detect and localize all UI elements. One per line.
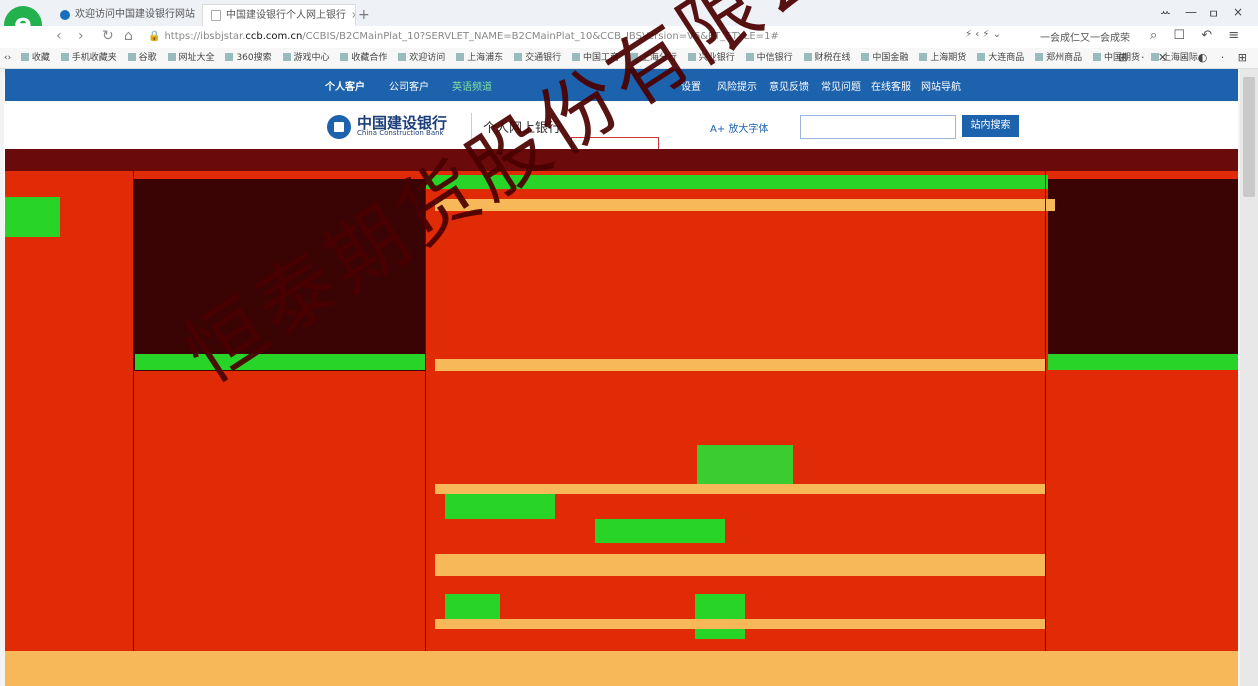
nav-personal[interactable]: 个人客户 xyxy=(325,78,365,93)
tab-label: 欢迎访问中国建设银行网站 xyxy=(75,9,195,20)
favorite-item[interactable]: 上海分行 xyxy=(630,48,677,68)
url-host: ccb.com.cn xyxy=(245,31,303,42)
maximize-button[interactable]: ㅁ xyxy=(1208,5,1219,22)
nav-english[interactable]: 英语频道 xyxy=(452,78,492,93)
glitch-green-band xyxy=(1048,354,1238,370)
glitch-green-block xyxy=(445,494,555,519)
site-favicon-icon xyxy=(60,10,70,20)
nav-corporate[interactable]: 公司客户 xyxy=(389,78,429,93)
favorite-item[interactable]: 谷歌 xyxy=(128,48,157,68)
favorite-item[interactable]: 中国工商 xyxy=(572,48,619,68)
tab-label: 中国建设银行个人网上银行 xyxy=(226,9,346,21)
glitch-bottom-band xyxy=(5,651,1238,686)
favorites-tools[interactable]: ⊞ · ✕ · ◐ · ⊞ xyxy=(1118,48,1252,68)
favorite-item[interactable]: 交通银行 xyxy=(514,48,561,68)
home-button[interactable]: ⌂ xyxy=(124,28,133,44)
lock-icon: 🔒 xyxy=(148,31,161,42)
page-subtitle: 个人网上银行 xyxy=(483,121,562,136)
scrollbar-thumb[interactable] xyxy=(1243,77,1255,197)
site-search-button[interactable]: 站内搜索 xyxy=(962,115,1019,137)
glitch-peach-band xyxy=(435,359,1045,371)
tab-ccb-personal-banking[interactable]: 中国建设银行个人网上银行 × xyxy=(202,4,356,26)
favorite-item[interactable]: 网址大全 xyxy=(168,48,215,68)
favorite-item[interactable]: 上海期货 xyxy=(919,48,966,68)
glitch-green-block xyxy=(5,197,60,237)
nav-online-service[interactable]: 在线客服 xyxy=(871,78,911,93)
favorite-item[interactable]: 收藏 xyxy=(21,48,50,68)
glitch-peach-band xyxy=(435,619,1045,629)
favorite-item[interactable]: 大连商品 xyxy=(977,48,1024,68)
vertical-scrollbar[interactable] xyxy=(1240,69,1258,686)
new-tab-button[interactable]: + xyxy=(358,7,370,23)
nav-faq[interactable]: 常见问题 xyxy=(821,78,861,93)
browser-search-box[interactable]: 一会成仁又一会成荣 xyxy=(1040,29,1130,44)
address-bar[interactable]: 🔒 https://ibsbjstar.ccb.com.cn/CCBIS/B2CM… xyxy=(148,28,948,46)
nav-sitemap[interactable]: 网站导航 xyxy=(921,78,961,93)
font-size-button[interactable]: A+ 放大字体 xyxy=(710,120,768,135)
favorite-item[interactable]: 中信银行 xyxy=(746,48,793,68)
favorite-item[interactable]: 兴业银行 xyxy=(688,48,735,68)
tab-ccb-home[interactable]: 欢迎访问中国建设银行网站 xyxy=(52,4,200,26)
minimize-button[interactable]: — xyxy=(1185,5,1197,19)
url-prefix: https://ibsbjstar. xyxy=(164,31,246,42)
glitch-green-band xyxy=(425,175,1048,189)
site-search-input[interactable] xyxy=(800,115,956,139)
glitch-peach-band xyxy=(435,554,1045,576)
glitch-green-band xyxy=(135,354,425,370)
glitch-peach-band xyxy=(435,484,1045,494)
favorites-bar: ‹› 收藏 手机收藏夹 谷歌 网址大全 360搜索 游戏中心 收藏合作 欢迎访问… xyxy=(0,48,1258,69)
bank-name-en: China Construction Bank xyxy=(357,129,444,137)
skin-icon[interactable]: ꕀ xyxy=(1160,5,1171,20)
favorite-item[interactable]: 财税在线 xyxy=(804,48,851,68)
favorite-item[interactable]: 中国金融 xyxy=(861,48,908,68)
favorite-item[interactable]: 手机收藏夹 xyxy=(61,48,117,68)
bank-top-nav: 个人客户 公司客户 英语频道 设置 风险提示 意见反馈 常见问题 在线客服 网站… xyxy=(5,69,1238,101)
page-icon xyxy=(211,10,221,21)
favorite-item[interactable]: 收藏合作 xyxy=(340,48,387,68)
glitch-separator xyxy=(425,171,426,686)
browser-tab-bar: 欢迎访问中国建设银行网站 中国建设银行个人网上银行 × + ꕀ — ㅁ × xyxy=(0,0,1258,26)
glitch-dark-block-left xyxy=(133,179,425,371)
nav-feedback[interactable]: 意见反馈 xyxy=(769,78,809,93)
url-path: /CCBIS/B2CMainPlat_10?SERVLET_NAME=B2CMa… xyxy=(302,31,779,42)
glitch-peach-band xyxy=(435,199,1055,211)
forward-button[interactable]: › xyxy=(78,28,84,44)
favorite-item[interactable]: 游戏中心 xyxy=(283,48,330,68)
back-button[interactable]: ‹ xyxy=(56,28,62,44)
glitch-green-block xyxy=(595,519,725,543)
close-window-button[interactable]: × xyxy=(1233,5,1243,19)
favorite-item[interactable]: 郑州商品 xyxy=(1035,48,1082,68)
nav-settings[interactable]: 设置 xyxy=(681,78,701,93)
glitch-separator xyxy=(133,171,134,686)
favorite-item[interactable]: 欢迎访问 xyxy=(398,48,445,68)
glitch-green-block xyxy=(695,594,745,639)
favorite-item[interactable]: 上海浦东 xyxy=(456,48,503,68)
nav-risk[interactable]: 风险提示 xyxy=(717,78,757,93)
header-divider xyxy=(471,113,472,139)
main-content-rendering-glitch xyxy=(5,149,1238,686)
close-tab-icon[interactable]: × xyxy=(351,5,355,26)
refresh-button[interactable]: ↻ xyxy=(102,28,114,44)
glitch-separator xyxy=(1045,171,1046,686)
address-actions[interactable]: ⚡ ‹ ⚡ ⌄ xyxy=(965,29,1001,40)
glitch-top-strip xyxy=(5,149,1238,171)
favorites-scroll-icon[interactable]: ‹› xyxy=(4,53,18,63)
toolbar-icons[interactable]: ⌕ ☐ ↶ ≡ xyxy=(1150,28,1245,43)
glitch-dark-block-right xyxy=(1048,179,1238,359)
glitch-green-block xyxy=(445,594,500,619)
ccb-logo-icon[interactable] xyxy=(327,115,351,139)
bank-header: 中国建设银行 China Construction Bank 个人网上银行 A+… xyxy=(5,101,1238,152)
favorite-item[interactable]: 360搜索 xyxy=(225,48,271,68)
address-toolbar: ‹ › ↻ ⌂ 🔒 https://ibsbjstar.ccb.com.cn/CC… xyxy=(0,26,1258,48)
